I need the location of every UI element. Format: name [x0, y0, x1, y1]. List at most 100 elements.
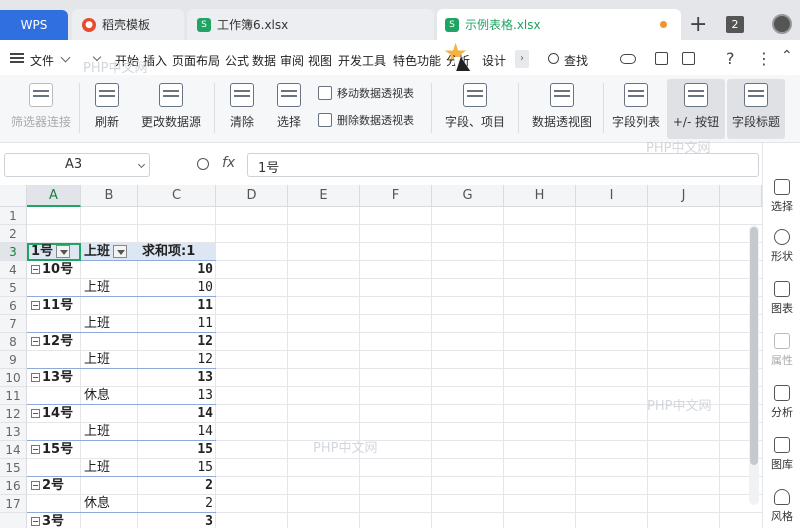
select-button[interactable]: 选择	[268, 81, 310, 137]
row-header[interactable]: 2	[0, 225, 27, 243]
pivot-value[interactable]: 10	[138, 261, 213, 279]
pivot-value[interactable]: 14	[138, 405, 213, 423]
menu-design[interactable]: 设计	[482, 52, 506, 69]
fields-items-button[interactable]: 字段、项目	[438, 81, 512, 137]
pivot-group-label[interactable]: −15号	[31, 441, 73, 459]
row-header[interactable]: 15	[0, 459, 27, 477]
pivot-value[interactable]: 12	[138, 351, 213, 369]
row-header[interactable]: 3	[0, 243, 27, 261]
filter-connection-button[interactable]: 筛选器连接	[8, 81, 74, 137]
pivot-group-label[interactable]: −3号	[31, 513, 64, 528]
sidebar-item-chart[interactable]: 图表	[763, 281, 800, 316]
field-list-button[interactable]: 字段列表	[608, 81, 664, 137]
pivot-group-label[interactable]: −14号	[31, 405, 73, 423]
spreadsheet-grid[interactable]: A B C D E F G H I J 1 2 3 4 5 6 7 8 9 10…	[0, 185, 762, 528]
sidebar-item-shape[interactable]: 形状	[763, 229, 800, 264]
collapse-icon[interactable]: −	[31, 517, 40, 526]
menu-developer[interactable]: 开发工具	[338, 52, 386, 69]
clear-button[interactable]: 清除	[222, 81, 262, 137]
pivot-value[interactable]: 3	[138, 513, 213, 528]
menu-scroll-right-icon[interactable]: ›	[515, 50, 529, 68]
scrollbar-thumb[interactable]	[750, 227, 758, 465]
col-header-g[interactable]: G	[432, 185, 504, 207]
refresh-button[interactable]: 刷新	[86, 81, 128, 137]
tab-docer-templates[interactable]: ● 稻壳模板	[72, 9, 184, 40]
row-header[interactable]: 14	[0, 441, 27, 459]
pivot-value[interactable]: 2	[138, 477, 213, 495]
collapse-icon[interactable]: −	[31, 445, 40, 454]
window-count-badge[interactable]: 2	[726, 16, 744, 33]
name-box[interactable]: A3	[4, 153, 150, 177]
row-header[interactable]: 8	[0, 333, 27, 351]
pivot-sub-label[interactable]: 上班	[84, 315, 110, 333]
tab-workbook6[interactable]: S 工作簿6.xlsx	[187, 9, 434, 40]
pivot-value[interactable]: 10	[138, 279, 213, 297]
collapse-icon[interactable]: −	[31, 337, 40, 346]
menu-file[interactable]: 文件	[30, 52, 54, 69]
sidebar-item-analyze[interactable]: 分析	[763, 385, 800, 420]
change-data-source-button[interactable]: 更改数据源	[135, 81, 207, 137]
row-header[interactable]: 1	[0, 207, 27, 225]
cloud-icon[interactable]	[620, 54, 636, 64]
row-header[interactable]: 17	[0, 495, 27, 513]
share-icon[interactable]	[655, 52, 668, 65]
sidebar-item-gallery[interactable]: 图库	[763, 437, 800, 472]
select-all-corner[interactable]	[0, 185, 27, 207]
menu-data[interactable]: 数据	[252, 52, 276, 69]
menu-view[interactable]: 视图	[308, 52, 332, 69]
menu-formulas[interactable]: 公式	[225, 52, 249, 69]
sidebar-item-style[interactable]: 风格	[763, 489, 800, 524]
pivot-sub-label[interactable]: 上班	[84, 459, 110, 477]
pivot-row-field-header[interactable]: 1号	[31, 243, 71, 261]
hamburger-icon[interactable]	[10, 53, 24, 63]
pivot-sub-label[interactable]: 上班	[84, 423, 110, 441]
sidebar-item-select[interactable]: 选择	[763, 179, 800, 214]
vertical-scrollbar[interactable]	[749, 225, 759, 505]
collapse-icon[interactable]: −	[31, 409, 40, 418]
pivot-value[interactable]: 14	[138, 423, 213, 441]
pivot-value[interactable]: 13	[138, 387, 213, 405]
plus-minus-buttons-toggle[interactable]: +/- 按钮	[667, 79, 725, 139]
pivot-group-label[interactable]: −11号	[31, 297, 73, 315]
menu-page-layout[interactable]: 页面布局	[172, 52, 220, 69]
pivot-group-label[interactable]: −2号	[31, 477, 64, 495]
collapse-icon[interactable]: ⌃	[781, 48, 793, 64]
more-icon[interactable]: ⋮	[756, 49, 772, 68]
tab-wps[interactable]: WPS	[0, 10, 68, 40]
pivot-value[interactable]: 15	[138, 441, 213, 459]
pivot-sub-label[interactable]: 休息	[84, 495, 110, 513]
avatar[interactable]	[772, 14, 792, 34]
row-header[interactable]: 5	[0, 279, 27, 297]
row-header[interactable]: 13	[0, 423, 27, 441]
pivot-value[interactable]: 11	[138, 297, 213, 315]
pivot-value-header[interactable]: 求和项:1	[142, 243, 195, 261]
row-header[interactable]: 11	[0, 387, 27, 405]
col-header-b[interactable]: B	[81, 185, 138, 207]
col-header-e[interactable]: E	[288, 185, 360, 207]
pivot-sub-label[interactable]: 上班	[84, 351, 110, 369]
pivot-value[interactable]: 15	[138, 459, 213, 477]
col-header-f[interactable]: F	[360, 185, 432, 207]
fx-icon[interactable]: fx	[222, 155, 235, 171]
pivot-group-label[interactable]: −10号	[31, 261, 73, 279]
menu-special-features[interactable]: 特色功能	[393, 52, 441, 69]
col-header-h[interactable]: H	[504, 185, 576, 207]
pivot-value[interactable]: 13	[138, 369, 213, 387]
pivot-value[interactable]: 2	[138, 495, 213, 513]
col-header-c[interactable]: C	[138, 185, 216, 207]
tab-sample-sheet[interactable]: S 示例表格.xlsx	[437, 9, 681, 40]
delete-pivot-button[interactable]: 删除数据透视表	[318, 112, 414, 128]
row-header[interactable]: 16	[0, 477, 27, 495]
row-header[interactable]: 10	[0, 369, 27, 387]
formula-input[interactable]: 1号	[247, 153, 759, 177]
new-tab-button[interactable]: +	[689, 12, 707, 37]
collapse-icon[interactable]: −	[31, 481, 40, 490]
clipboard-icon[interactable]	[682, 52, 695, 65]
search-icon[interactable]	[548, 53, 559, 64]
col-header-a[interactable]: A	[27, 185, 81, 207]
col-header-i[interactable]: I	[576, 185, 648, 207]
pivot-value[interactable]: 11	[138, 315, 213, 333]
collapse-icon[interactable]: −	[31, 265, 40, 274]
pivot-chart-button[interactable]: 数据透视图	[527, 81, 597, 137]
col-header-j[interactable]: J	[648, 185, 720, 207]
